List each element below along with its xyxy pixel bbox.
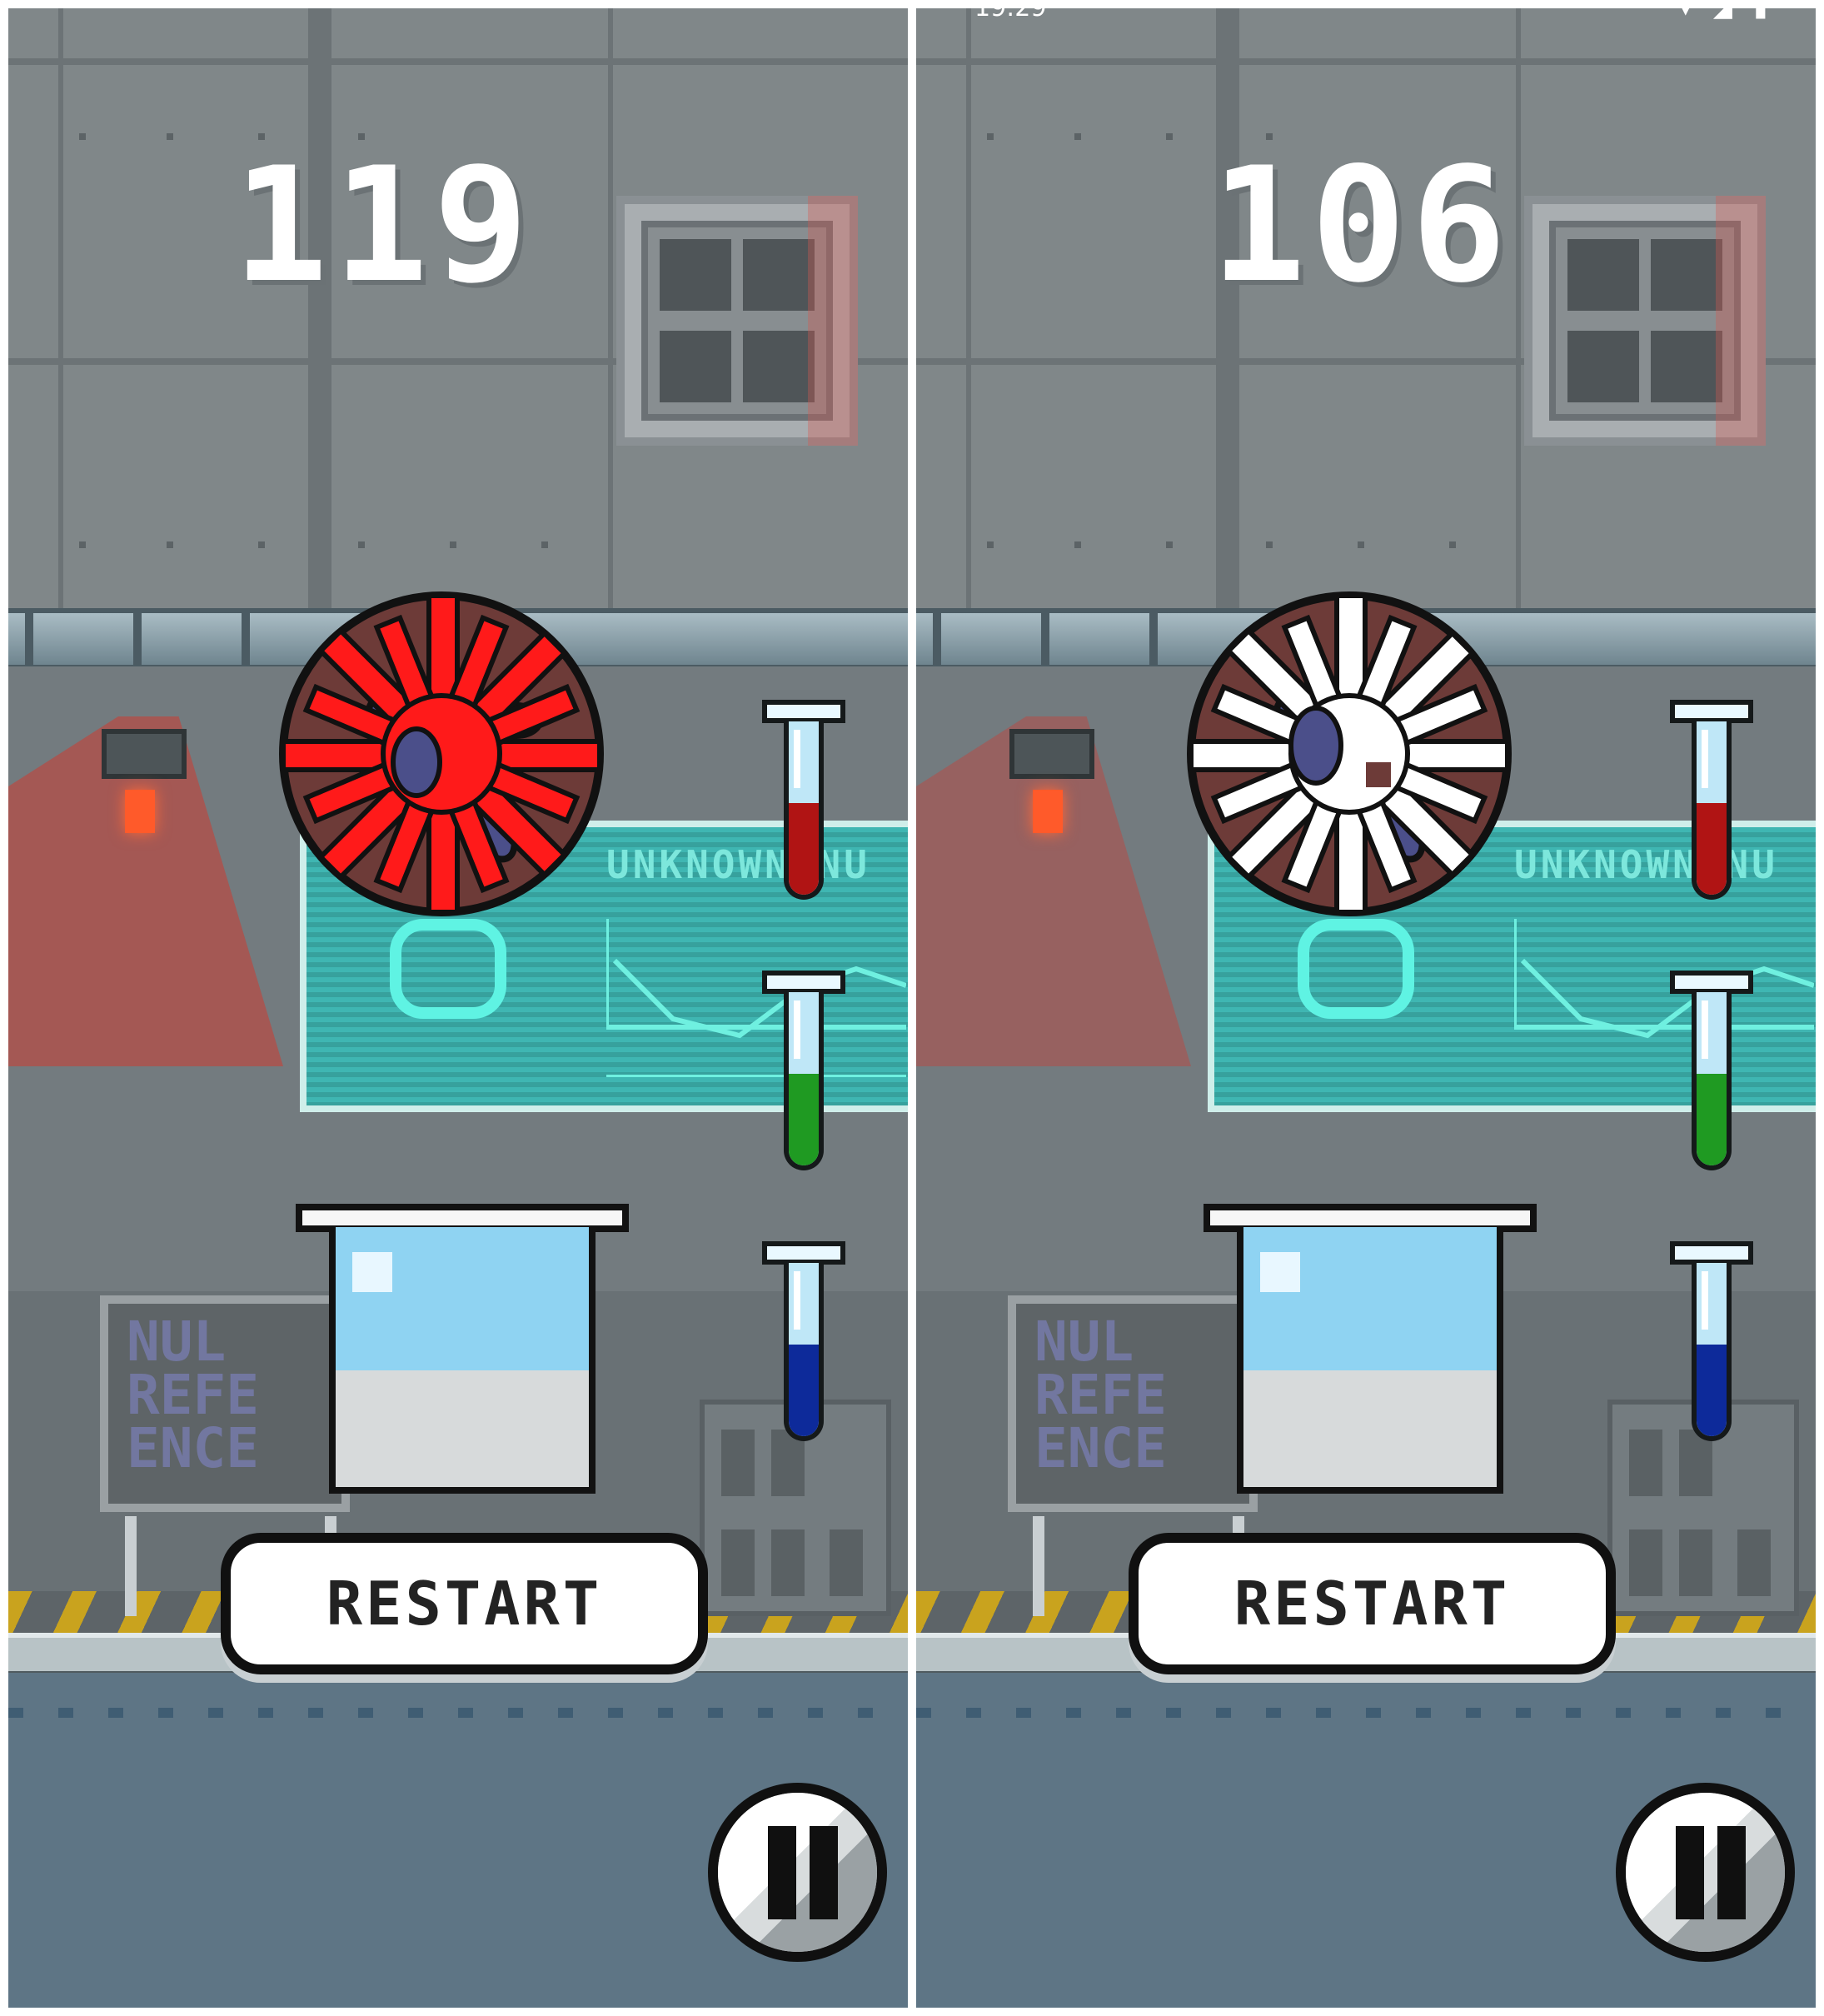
pause-button[interactable] [1616, 1783, 1795, 1962]
monitor-ring-icon [390, 919, 506, 1019]
alarm-lamp [102, 729, 187, 779]
red-test-tube-icon[interactable] [762, 700, 845, 908]
virus-icon[interactable] [267, 579, 616, 929]
blue-test-tube-icon[interactable] [762, 1241, 845, 1450]
beaker-icon [1204, 1204, 1537, 1512]
green-test-tube-icon[interactable] [762, 971, 845, 1179]
game-screen-right: 19:29 ▾ ◢ ▮ UNKNOWN NU [916, 8, 1816, 2008]
pause-icon [768, 1826, 796, 1919]
blue-test-tube-icon[interactable] [1670, 1241, 1753, 1450]
green-tube-fill [789, 1074, 819, 1165]
green-tube-fill [1697, 1074, 1727, 1165]
game-screen-left: UNKNOWN NU NUL REFE ENCE 119 RESTART [8, 8, 908, 2008]
green-test-tube-icon[interactable] [1670, 971, 1753, 1179]
status-icons: ▾ ◢ ▮ [1679, 8, 1774, 22]
monitor-wave-graph [606, 919, 906, 1077]
alarm-lamp [1009, 729, 1094, 779]
monitor-ring-icon [1298, 919, 1414, 1019]
restart-label: RESTART [326, 1569, 603, 1639]
alarm-bulb-icon [125, 790, 155, 833]
pause-icon [1676, 1826, 1704, 1919]
score-display: 106 [1210, 133, 1512, 317]
status-bar: 19:29 ▾ ◢ ▮ [916, 8, 1816, 27]
beaker-icon [296, 1204, 629, 1512]
alarm-bulb-icon [1033, 790, 1063, 833]
restart-button[interactable]: RESTART [1129, 1533, 1616, 1674]
red-test-tube-icon[interactable] [1670, 700, 1753, 908]
comparison-screens: UNKNOWN NU NUL REFE ENCE 119 RESTART UNK… [0, 0, 1824, 2016]
blue-tube-fill [1697, 1345, 1727, 1436]
restart-button[interactable]: RESTART [221, 1533, 708, 1674]
pause-button[interactable] [708, 1783, 887, 1962]
status-time: 19:29 [974, 8, 1046, 22]
monitor-wave-graph [1514, 919, 1814, 1039]
blue-tube-fill [789, 1345, 819, 1436]
restart-label: RESTART [1233, 1569, 1511, 1639]
panel-divider [908, 0, 916, 2016]
red-tube-fill [1697, 803, 1727, 895]
virus-icon[interactable] [1174, 579, 1524, 929]
score-display: 119 [232, 133, 534, 317]
red-tube-fill [789, 803, 819, 895]
